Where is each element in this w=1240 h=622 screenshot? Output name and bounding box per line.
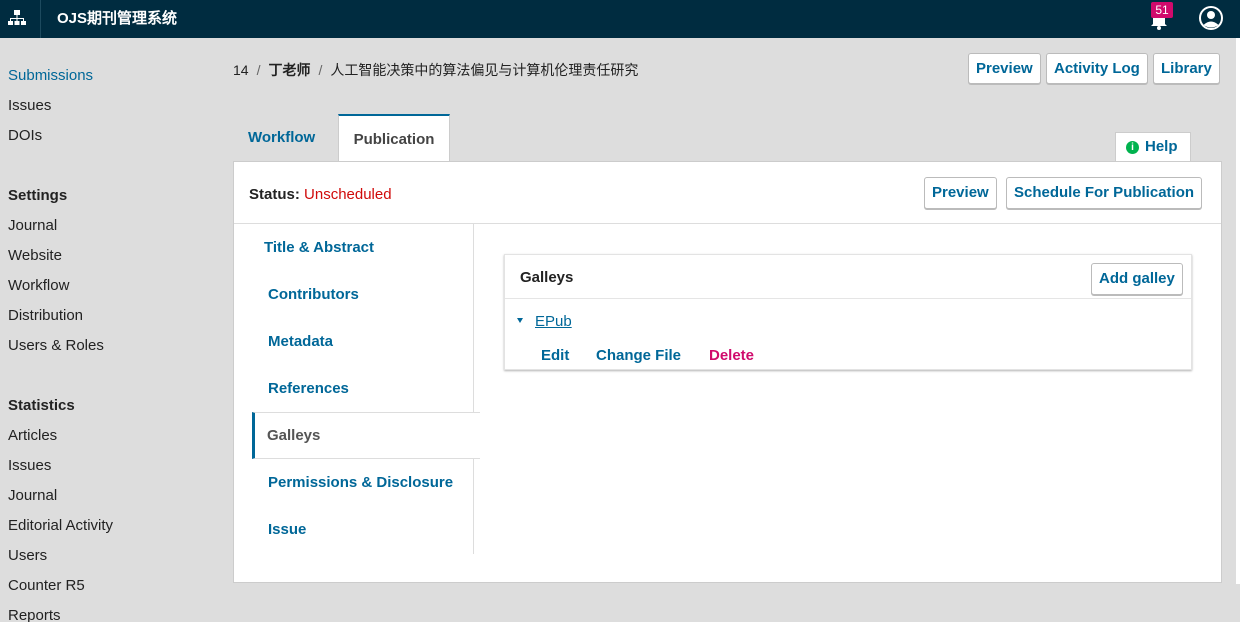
- subnav-contributors[interactable]: Contributors: [268, 286, 359, 303]
- breadcrumb-separator: /: [318, 62, 323, 78]
- topbar-divider: [40, 0, 41, 38]
- sidebar-item-counter-r5[interactable]: Counter R5: [8, 577, 85, 594]
- expand-caret-icon[interactable]: [517, 318, 523, 323]
- tab-publication[interactable]: Publication: [338, 114, 450, 162]
- sitemap-icon[interactable]: [6, 6, 28, 28]
- subnav-title-abstract[interactable]: Title & Abstract: [264, 239, 374, 256]
- subnav-galleys[interactable]: Galleys: [252, 412, 480, 459]
- breadcrumb: 14 / 丁老师 / 人工智能决策中的算法偏见与计算机伦理责任研究: [233, 60, 638, 80]
- status-bar: Status: Unscheduled Preview Schedule For…: [234, 162, 1221, 224]
- sidebar-item-editorial-activity[interactable]: Editorial Activity: [8, 517, 113, 534]
- sidebar-item-users[interactable]: Users: [8, 547, 47, 564]
- galleys-header: Galleys Add galley: [505, 255, 1191, 299]
- sidebar-item-users-roles[interactable]: Users & Roles: [8, 337, 104, 354]
- help-button[interactable]: i Help: [1115, 132, 1191, 162]
- breadcrumb-title: 人工智能决策中的算法偏见与计算机伦理责任研究: [330, 62, 639, 78]
- preview-button[interactable]: Preview: [968, 53, 1041, 84]
- sidebar-item-stats-journal[interactable]: Journal: [8, 487, 57, 504]
- sidebar-item-stats-issues[interactable]: Issues: [8, 457, 51, 474]
- sidebar-item-issues[interactable]: Issues: [8, 97, 51, 114]
- status-label: Status:: [249, 186, 300, 203]
- sidebar-item-reports[interactable]: Reports: [8, 607, 61, 622]
- sidebar-item-articles[interactable]: Articles: [8, 427, 57, 444]
- galley-delete-button[interactable]: Delete: [709, 347, 754, 364]
- subnav-issue[interactable]: Issue: [268, 521, 306, 538]
- info-icon: i: [1126, 141, 1139, 154]
- breadcrumb-separator: /: [256, 62, 261, 78]
- publication-subnav: Title & Abstract Contributors Metadata R…: [234, 224, 480, 554]
- breadcrumb-author: 丁老师: [268, 62, 311, 78]
- sidebar-item-workflow[interactable]: Workflow: [8, 277, 69, 294]
- sidebar-item-distribution[interactable]: Distribution: [8, 307, 83, 324]
- activity-log-button[interactable]: Activity Log: [1046, 53, 1148, 84]
- help-label: Help: [1145, 138, 1178, 155]
- sidebar-item-submissions[interactable]: Submissions: [8, 67, 93, 84]
- scrollbar[interactable]: [1236, 38, 1240, 584]
- panel-preview-button[interactable]: Preview: [924, 177, 997, 209]
- user-icon[interactable]: [1198, 5, 1224, 31]
- status-value: Unscheduled: [304, 186, 392, 203]
- subnav-references[interactable]: References: [268, 380, 349, 397]
- library-button[interactable]: Library: [1153, 53, 1220, 84]
- galley-change-file-button[interactable]: Change File: [596, 347, 681, 364]
- breadcrumb-id: 14: [233, 62, 249, 78]
- galleys-card: Galleys Add galley EPub Edit Change File…: [504, 254, 1192, 370]
- sidebar-item-dois[interactable]: DOIs: [8, 127, 42, 144]
- site-title[interactable]: OJS期刊管理系统: [57, 7, 177, 28]
- subnav-metadata[interactable]: Metadata: [268, 333, 333, 350]
- sidebar: Submissions Issues DOIs Settings Journal…: [0, 38, 218, 622]
- sidebar-heading-statistics: Statistics: [8, 397, 75, 414]
- top-bar: OJS期刊管理系统 51: [0, 0, 1240, 38]
- publication-status: Status: Unscheduled: [249, 186, 392, 203]
- publication-panel: Status: Unscheduled Preview Schedule For…: [233, 161, 1222, 583]
- add-galley-button[interactable]: Add galley: [1091, 263, 1183, 295]
- sidebar-heading-settings: Settings: [8, 187, 68, 204]
- tab-workflow[interactable]: Workflow: [234, 114, 329, 162]
- schedule-publication-button[interactable]: Schedule For Publication: [1006, 177, 1203, 209]
- notification-badge[interactable]: 51: [1151, 2, 1173, 18]
- sidebar-item-website[interactable]: Website: [8, 247, 62, 264]
- galleys-title: Galleys: [520, 269, 574, 286]
- galley-edit-button[interactable]: Edit: [541, 347, 569, 364]
- sidebar-item-journal[interactable]: Journal: [8, 217, 57, 234]
- galley-link-epub[interactable]: EPub: [535, 313, 572, 330]
- subnav-permissions-disclosure[interactable]: Permissions & Disclosure: [268, 474, 453, 491]
